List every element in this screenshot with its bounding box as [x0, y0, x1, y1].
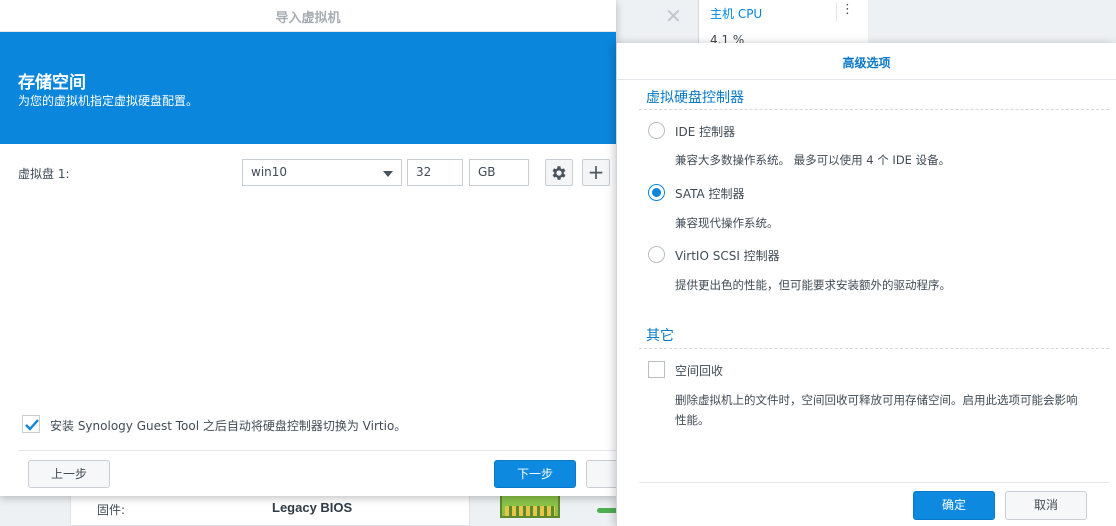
disk-unit-field[interactable]: GB	[469, 159, 529, 186]
sata-controller-radio[interactable]	[648, 184, 665, 201]
virtio-scsi-radio[interactable]	[648, 246, 665, 263]
chevron-down-icon	[383, 171, 393, 177]
sata-controller-label[interactable]: SATA 控制器	[675, 185, 745, 202]
checkmark-icon	[25, 419, 39, 431]
section-divider	[639, 109, 1109, 110]
disk-select-value: win10	[251, 165, 288, 179]
advanced-dialog-title: 高级选项	[842, 56, 891, 70]
step-subtitle: 为您的虚拟机指定虚拟硬盘配置。	[18, 94, 199, 108]
ide-controller-label[interactable]: IDE 控制器	[675, 123, 735, 140]
guest-tool-checkbox[interactable]	[22, 415, 40, 433]
disk-select[interactable]: win10	[242, 159, 402, 186]
background-info-panel	[70, 493, 470, 526]
dialog-title: 导入虚拟机	[275, 11, 341, 26]
host-cpu-label[interactable]: 主机 CPU	[710, 5, 762, 22]
advanced-options-dialog: 高级选项 虚拟硬盘控制器 IDE 控制器 兼容大多数操作系统。 最多可以使用 4…	[616, 43, 1116, 526]
firmware-label: 固件:	[97, 503, 126, 517]
title-divider	[617, 79, 1116, 80]
other-section-title: 其它	[646, 328, 674, 344]
prev-button[interactable]: 上一步	[28, 460, 110, 488]
virtio-scsi-desc: 提供更出色的性能，但可能要求安装额外的驱动程序。	[675, 278, 951, 292]
ok-button[interactable]: 确定	[913, 491, 995, 520]
space-reclaim-checkbox[interactable]	[648, 361, 665, 378]
disk-size-input[interactable]: 32	[407, 159, 463, 186]
import-vm-dialog: 导入虚拟机 存储空间 为您的虚拟机指定虚拟硬盘配置。 虚拟盘 1: win10 …	[0, 0, 626, 496]
space-reclaim-desc: 删除虚拟机上的文件时，空间回收可释放可用存储空间。启用此选项可能会影响性能。	[675, 393, 1078, 427]
footer-divider	[639, 482, 1109, 483]
firmware-value: Legacy BIOS	[272, 500, 353, 515]
guest-tool-checkbox-label: 安装 Synology Guest Tool 之后自动将硬盘控制器切换为 Vir…	[50, 419, 407, 433]
gear-icon	[552, 166, 566, 180]
space-reclaim-label[interactable]: 空间回收	[675, 362, 723, 379]
ide-controller-radio[interactable]	[648, 122, 665, 139]
virtio-scsi-label[interactable]: VirtIO SCSI 控制器	[675, 247, 780, 264]
section-divider	[639, 348, 1109, 349]
more-options-icon[interactable]: ⋮	[836, 2, 858, 22]
add-disk-button[interactable]: +	[582, 159, 610, 186]
dialog-header: 存储空间 为您的虚拟机指定虚拟硬盘配置。	[0, 32, 616, 144]
virtual-disk-label: 虚拟盘 1:	[18, 167, 70, 181]
ide-controller-desc: 兼容大多数操作系统。 最多可以使用 4 个 IDE 设备。	[675, 153, 951, 167]
next-button[interactable]: 下一步	[494, 460, 576, 488]
controller-section-title: 虚拟硬盘控制器	[646, 90, 744, 106]
step-title: 存储空间	[18, 73, 86, 93]
cancel-button[interactable]: 取消	[1005, 491, 1087, 520]
memory-chip-pins	[505, 506, 555, 516]
dialog-titlebar: 导入虚拟机	[0, 0, 616, 32]
close-icon[interactable]: ✕	[665, 4, 682, 28]
sata-controller-desc: 兼容现代操作系统。	[675, 216, 779, 230]
advanced-settings-button[interactable]	[545, 159, 573, 186]
plus-icon: +	[587, 160, 605, 184]
footer-divider	[18, 450, 616, 451]
